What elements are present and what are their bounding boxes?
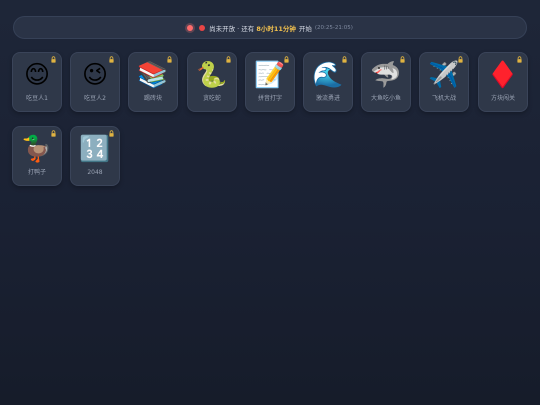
status-suffix: 开始 bbox=[298, 24, 312, 33]
shark-icon: 🦈 bbox=[370, 60, 402, 89]
game-label: 2048 bbox=[87, 169, 103, 176]
game-label: 吃豆人2 bbox=[84, 95, 106, 102]
open-time-range: (20:25-21:05) bbox=[314, 24, 353, 31]
status-text: 尚未开放 · 还有 bbox=[209, 24, 255, 33]
game-tile[interactable]: 😉 吃豆人2 bbox=[70, 52, 120, 112]
game-tile[interactable]: 🌊 激流勇进 bbox=[303, 52, 353, 112]
game-label: 方块闯关 bbox=[490, 95, 515, 102]
memo-icon: 📝 bbox=[254, 60, 286, 89]
countdown-text: 8小时11分钟 bbox=[256, 24, 296, 33]
game-tile[interactable]: 😊 吃豆人1 bbox=[12, 52, 62, 112]
game-tile[interactable]: ✈️ 飞机大战 bbox=[419, 52, 469, 112]
game-label: 拼音打字 bbox=[257, 95, 282, 102]
game-tile[interactable]: 🦆 打鸭子 bbox=[12, 126, 62, 186]
game-tile[interactable]: 🐍 贪吃蛇 bbox=[187, 52, 237, 112]
diamond-icon: ♦️ bbox=[487, 60, 519, 89]
availability-banner: 尚未开放 · 还有 8小时11分钟 开始 (20:25-21:05) bbox=[13, 16, 527, 39]
red-circle-icon bbox=[199, 24, 206, 31]
smiling-face-icon: 😊 bbox=[23, 60, 51, 89]
status-pulse-icon bbox=[187, 24, 194, 31]
game-label: 大鱼吃小鱼 bbox=[370, 95, 401, 102]
game-label: 打鸭子 bbox=[27, 169, 46, 176]
duck-icon: 🦆 bbox=[21, 134, 53, 163]
numbers-icon: 🔢 bbox=[79, 134, 111, 163]
airplane-icon: ✈️ bbox=[428, 60, 460, 89]
game-label: 激流勇进 bbox=[315, 95, 340, 102]
winking-face-icon: 😉 bbox=[81, 60, 109, 89]
snake-icon: 🐍 bbox=[196, 60, 228, 89]
game-tile[interactable]: 🔢 2048 bbox=[70, 126, 120, 186]
game-label: 吃豆人1 bbox=[26, 95, 48, 102]
game-label: 贪吃蛇 bbox=[202, 95, 221, 102]
wave-icon: 🌊 bbox=[312, 60, 344, 89]
game-label: 飞机大战 bbox=[431, 95, 456, 102]
game-tile[interactable]: ♦️ 方块闯关 bbox=[478, 52, 528, 112]
game-tile[interactable]: 📝 拼音打字 bbox=[245, 52, 295, 112]
game-tile[interactable]: 🦈 大鱼吃小鱼 bbox=[361, 52, 411, 112]
game-label: 踢砖块 bbox=[143, 95, 162, 102]
books-icon: 📚 bbox=[137, 60, 169, 89]
game-tile[interactable]: 📚 踢砖块 bbox=[128, 52, 178, 112]
